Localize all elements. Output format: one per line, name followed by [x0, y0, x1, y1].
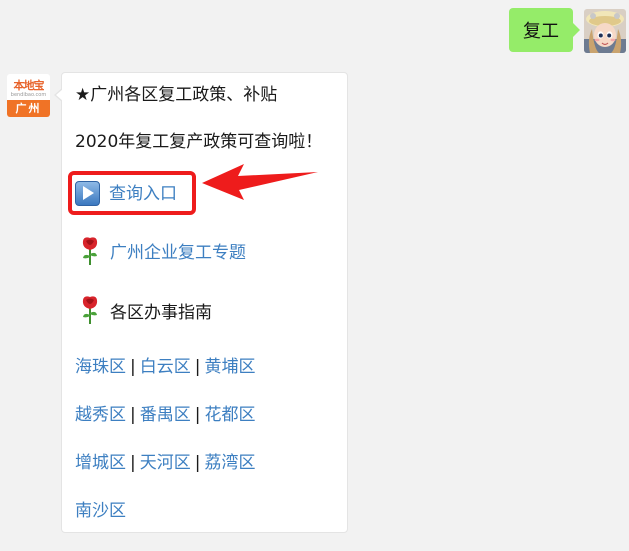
district-link[interactable]: 荔湾区	[204, 453, 255, 473]
outgoing-message-text: 复工	[523, 21, 559, 42]
avatar-logo-text: 本地宝	[13, 79, 45, 92]
incoming-message-bubble: ★广州各区复工政策、补贴 2020年复工复产政策可查询啦！ 查询入口 广州企业复…	[54, 72, 348, 533]
district-link[interactable]: 花都区	[204, 405, 255, 425]
red-arrow-annotation	[202, 164, 318, 200]
district-row: 南沙区	[75, 499, 126, 523]
play-button-icon	[75, 181, 100, 206]
district-link[interactable]: 黄埔区	[204, 357, 255, 377]
user-avatar-image	[584, 9, 626, 53]
district-row: 越秀区 | 番禺区 | 花都区	[75, 403, 255, 427]
guide-label: 各区办事指南	[110, 303, 212, 323]
separator: |	[130, 453, 136, 473]
district-link[interactable]: 海珠区	[75, 357, 126, 377]
district-link[interactable]: 越秀区	[75, 405, 126, 425]
separator: |	[130, 357, 136, 377]
avatar-logo-domain: bendibao.com	[10, 92, 47, 98]
district-link[interactable]: 增城区	[75, 453, 126, 473]
separator: |	[194, 357, 201, 377]
district-row: 增城区 | 天河区 | 荔湾区	[75, 451, 255, 475]
avatar-city-label: 广州	[7, 100, 50, 117]
account-avatar[interactable]: 本地宝 bendibao.com 广州	[7, 74, 50, 117]
message-title: ★广州各区复工政策、补贴	[75, 85, 278, 105]
separator: |	[130, 405, 136, 425]
district-link[interactable]: 天河区	[140, 453, 191, 473]
district-link[interactable]: 番禺区	[140, 405, 191, 425]
rose-icon	[82, 296, 98, 324]
district-link[interactable]: 南沙区	[75, 501, 126, 521]
message-subtitle: 2020年复工复产政策可查询啦！	[75, 132, 323, 152]
topic-link[interactable]: 广州企业复工专题	[110, 241, 246, 265]
query-entry-link[interactable]: 查询入口	[109, 182, 177, 206]
separator: |	[194, 453, 201, 473]
outgoing-message-bubble[interactable]: 复工	[509, 8, 580, 52]
district-link[interactable]: 白云区	[140, 357, 191, 377]
rose-icon	[82, 237, 98, 265]
district-row: 海珠区 | 白云区 | 黄埔区	[75, 355, 255, 379]
user-avatar[interactable]	[584, 9, 626, 53]
separator: |	[194, 405, 201, 425]
